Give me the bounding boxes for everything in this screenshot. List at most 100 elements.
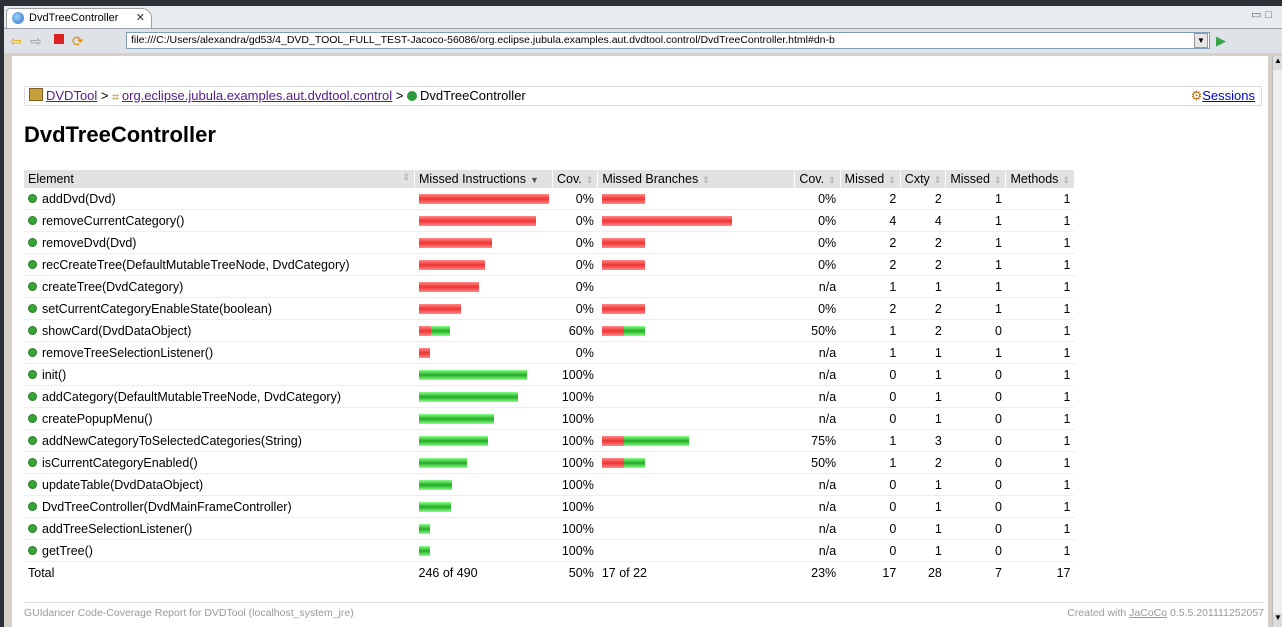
jacoco-link[interactable]: JaCoCo	[1129, 607, 1167, 619]
missed-complexity: 1	[840, 275, 901, 298]
breadcrumb-root-link[interactable]: DVDTool	[46, 88, 97, 103]
method-name[interactable]: DvdTreeController(DvdMainFrameController…	[42, 500, 292, 514]
complexity: 1	[900, 407, 946, 430]
method-icon	[28, 545, 37, 555]
header-missed-instructions[interactable]: Missed Instructions ▼	[414, 170, 553, 188]
instr-coverage: 100%	[552, 363, 598, 386]
missed-methods: 1	[945, 188, 1006, 210]
element-cell: createTree(DvdCategory)	[24, 275, 415, 298]
branch-coverage: n/a	[794, 495, 841, 518]
missed-complexity: 2	[840, 297, 901, 320]
complexity: 3	[900, 429, 946, 452]
missed-branch-bar	[601, 216, 732, 227]
header-instr-coverage[interactable]: Cov. ⇕	[552, 170, 599, 188]
breadcrumb-package-link[interactable]: org.eclipse.jubula.examples.aut.dvdtool.…	[122, 88, 392, 103]
method-icon	[28, 457, 37, 467]
method-icon	[28, 347, 37, 357]
back-arrow-icon[interactable]: ⇦	[10, 33, 22, 49]
footer-created-with: Created with	[1067, 607, 1127, 619]
method-icon	[28, 259, 37, 269]
url-input[interactable]: file:///C:/Users/alexandra/gd53/4_DVD_TO…	[126, 32, 1210, 49]
forward-arrow-icon[interactable]: ⇨	[30, 33, 42, 49]
header-missed-branches[interactable]: Missed Branches ⇕	[597, 170, 796, 188]
methods: 1	[1005, 385, 1075, 408]
branches-bar-cell	[597, 275, 795, 298]
page-title: DvdTreeController	[24, 122, 216, 147]
element-cell: isCurrentCategoryEnabled()	[24, 451, 415, 474]
sessions-link-wrap: ⚙Sessions	[1191, 87, 1255, 105]
method-name[interactable]: addDvd(Dvd)	[42, 192, 116, 206]
method-name[interactable]: removeTreeSelectionListener()	[42, 346, 213, 360]
covered-bar	[418, 480, 452, 491]
method-name[interactable]: createTree(DvdCategory)	[42, 280, 183, 294]
method-name[interactable]: addNewCategoryToSelectedCategories(Strin…	[42, 434, 302, 448]
method-icon	[28, 325, 37, 335]
branches-bar-cell	[597, 451, 795, 474]
editor-tab[interactable]: DvdTreeController ✕	[6, 8, 152, 28]
element-cell: init()	[24, 363, 415, 386]
refresh-icon[interactable]: ⟳	[72, 33, 84, 49]
missed-methods: 0	[945, 517, 1006, 540]
header-methods[interactable]: Methods ⇕	[1005, 170, 1075, 188]
missed-methods: 1	[945, 275, 1006, 298]
instr-coverage: 0%	[552, 253, 598, 276]
missed-complexity: 0	[840, 517, 901, 540]
method-name[interactable]: addTreeSelectionListener()	[42, 522, 192, 536]
instructions-bar-cell	[414, 451, 553, 474]
stop-icon[interactable]	[54, 34, 64, 44]
scroll-down-icon[interactable]: ▼	[1273, 613, 1282, 627]
complexity: 1	[900, 495, 946, 518]
class-icon	[407, 91, 418, 101]
branches-bar-cell	[597, 231, 795, 254]
table-row: removeCurrentCategory() 0% 0% 4 4 1 1	[24, 209, 1075, 232]
table-row: setCurrentCategoryEnableState(boolean) 0%…	[24, 297, 1075, 320]
method-name[interactable]: removeCurrentCategory()	[42, 214, 184, 228]
method-name[interactable]: getTree()	[42, 544, 93, 558]
missed-methods: 1	[945, 209, 1006, 232]
header-branch-coverage[interactable]: Cov. ⇕	[794, 170, 841, 188]
method-name[interactable]: removeDvd(Dvd)	[42, 236, 136, 250]
instructions-bar-cell	[414, 319, 553, 342]
url-dropdown-button[interactable]: ▼	[1194, 33, 1208, 48]
method-name[interactable]: updateTable(DvdDataObject)	[42, 478, 203, 492]
branch-coverage: 50%	[794, 451, 841, 474]
method-name[interactable]: showCard(DvdDataObject)	[42, 324, 191, 338]
header-element[interactable]: Element ⇕	[24, 170, 415, 188]
method-name[interactable]: createPopupMenu()	[42, 412, 152, 426]
branch-coverage: n/a	[794, 363, 841, 386]
missed-complexity: 0	[840, 363, 901, 386]
method-name[interactable]: addCategory(DefaultMutableTreeNode, DvdC…	[42, 390, 341, 404]
method-icon	[28, 479, 37, 489]
close-icon[interactable]: ✕	[136, 9, 145, 27]
vertical-scrollbar[interactable]: ▲ ▼	[1272, 56, 1282, 627]
header-complexity[interactable]: Cxty ⇕	[900, 170, 947, 188]
footer-version: 0.5.5.201111252057	[1169, 607, 1264, 619]
method-name[interactable]: recCreateTree(DefaultMutableTreeNode, Dv…	[42, 258, 350, 272]
footer-left-text: GUIdancer Code-Coverage Report for DVDTo…	[24, 607, 354, 619]
scroll-up-icon[interactable]: ▲	[1273, 56, 1282, 70]
missed-complexity: 0	[840, 539, 901, 562]
method-name[interactable]: setCurrentCategoryEnableState(boolean)	[42, 302, 272, 316]
missed-methods: 1	[945, 341, 1006, 364]
branches-bar-cell	[597, 341, 795, 364]
sessions-link[interactable]: Sessions	[1202, 88, 1255, 103]
missed-bar	[418, 304, 461, 315]
go-button[interactable]: ▶	[1216, 33, 1226, 49]
breadcrumb-current: DvdTreeController	[420, 88, 526, 103]
window-controls[interactable]: ▭□	[1251, 8, 1276, 21]
branches-bar-cell	[597, 209, 795, 232]
maximize-icon[interactable]: □	[1265, 9, 1276, 21]
table-row: createTree(DvdCategory) 0% n/a 1 1 1 1	[24, 275, 1075, 298]
method-name[interactable]: init()	[42, 368, 66, 382]
missed-branch-bar	[601, 238, 645, 249]
methods: 1	[1005, 297, 1075, 320]
missed-bar	[418, 348, 430, 359]
missed-bar	[418, 282, 479, 293]
covered-bar	[418, 458, 467, 469]
method-name[interactable]: isCurrentCategoryEnabled()	[42, 456, 198, 470]
header-missed-methods[interactable]: Missed ⇕	[945, 170, 1007, 188]
header-missed-complexity[interactable]: Missed ⇕	[840, 170, 901, 188]
missed-bar	[418, 194, 549, 205]
instr-coverage: 0%	[552, 275, 598, 298]
minimize-icon[interactable]: ▭	[1251, 9, 1265, 21]
